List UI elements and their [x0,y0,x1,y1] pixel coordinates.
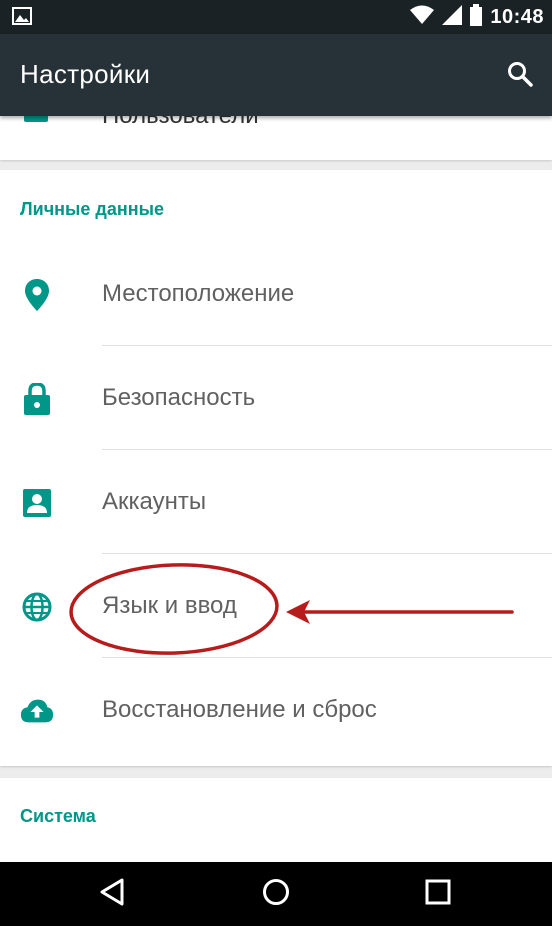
users-card: Пользователи [0,116,552,160]
users-item-label[interactable]: Пользователи [102,116,259,130]
app-toolbar: Настройки [0,34,552,116]
search-icon [507,61,533,92]
wifi-icon [410,5,435,30]
settings-item-label: Восстановление и сброс [102,696,377,723]
battery-icon [470,3,483,31]
settings-item-accounts[interactable]: Аккаунты [0,450,552,554]
settings-item-language-input[interactable]: Язык и ввод [0,554,552,658]
settings-item-label: Язык и ввод [102,592,237,619]
status-bar: 10:48 [0,0,552,34]
personal-section: Личные данные Местоположение Безопасност… [0,170,552,766]
back-icon [99,878,125,911]
home-button[interactable] [258,876,294,912]
status-time: 10:48 [490,5,544,28]
home-icon [262,878,290,911]
settings-item-security[interactable]: Безопасность [0,346,552,450]
navigation-bar [0,862,552,926]
system-section: Система [0,778,552,862]
settings-item-backup-reset[interactable]: Восстановление и сброс [0,658,552,762]
users-icon [24,116,48,122]
settings-item-label: Аккаунты [102,488,207,515]
settings-item-label: Безопасность [102,384,256,411]
back-button[interactable] [94,876,130,912]
location-pin-icon [20,278,54,312]
settings-item-label: Местоположение [102,280,295,307]
settings-item-location[interactable]: Местоположение [0,242,552,346]
lock-icon [20,382,54,416]
image-notification-icon [12,7,32,25]
section-header-system: Система [20,806,96,826]
account-box-icon [20,486,54,520]
globe-icon [20,590,54,624]
recents-button[interactable] [420,876,456,912]
cloud-upload-icon [20,694,54,728]
page-title: Настройки [20,59,151,89]
signal-icon [442,4,463,30]
search-button[interactable] [500,56,540,96]
recents-icon [425,879,451,910]
section-header-personal: Личные данные [20,199,164,219]
